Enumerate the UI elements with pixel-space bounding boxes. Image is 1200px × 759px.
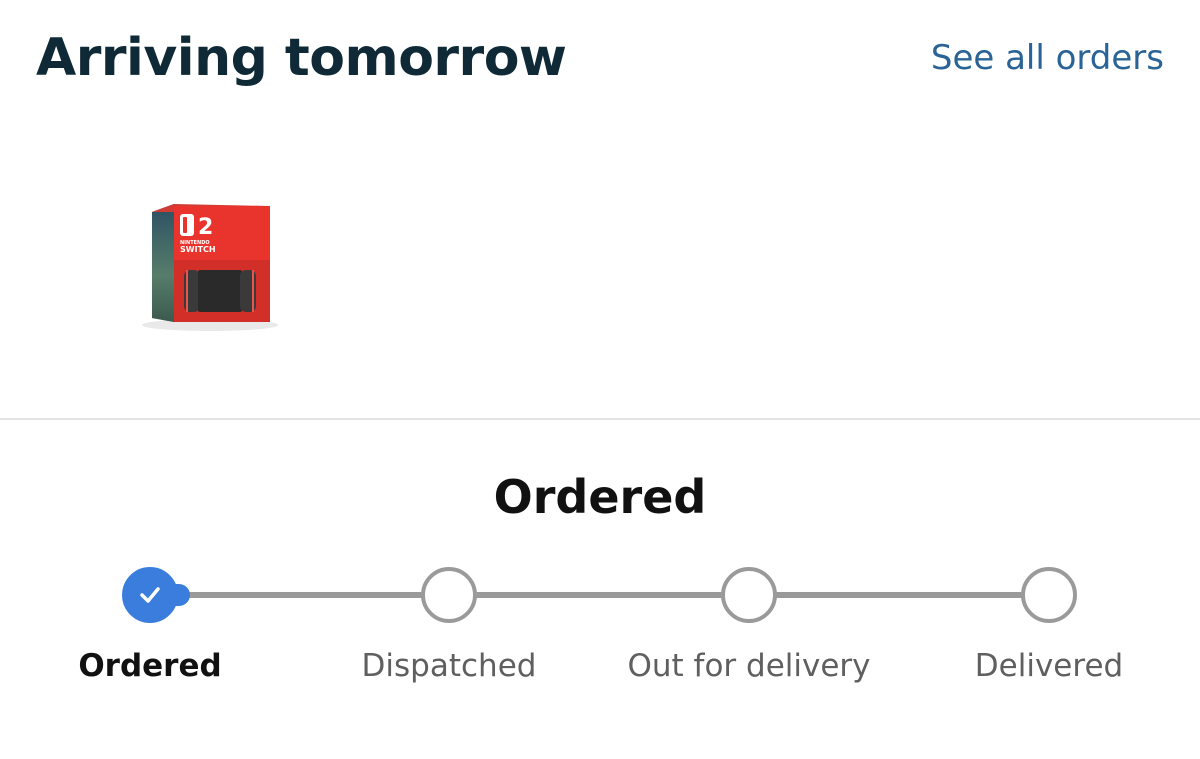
status-heading: Ordered: [493, 470, 707, 524]
step-label-ordered: Ordered: [78, 648, 222, 684]
delivery-title: Arriving tomorrow: [36, 28, 567, 88]
box-product-text: SWITCH: [180, 245, 216, 254]
section-divider: [0, 418, 1200, 420]
nintendo-switch-box-image: 2 NINTENDO SWITCH: [142, 204, 278, 331]
progress-track: [150, 592, 1050, 598]
product-image[interactable]: 2 NINTENDO SWITCH: [122, 190, 282, 340]
step-label-out-for-delivery: Out for delivery: [627, 648, 871, 684]
step-node-ordered: [122, 567, 178, 623]
step-node-delivered: [1021, 567, 1077, 623]
step-node-dispatched: [421, 567, 477, 623]
step-node-out-for-delivery: [721, 567, 777, 623]
see-all-orders-link[interactable]: See all orders: [931, 38, 1164, 78]
step-label-delivered: Delivered: [974, 648, 1124, 684]
step-label-dispatched: Dispatched: [361, 648, 537, 684]
check-icon: [126, 571, 174, 619]
card-header: Arriving tomorrow See all orders: [0, 0, 1200, 120]
order-tracking-card: Arriving tomorrow See all orders 2 NINTE…: [0, 0, 1200, 759]
box-number-text: 2: [198, 215, 213, 240]
progress-tracker: Ordered Dispatched Out for delivery Deli…: [0, 560, 1200, 700]
